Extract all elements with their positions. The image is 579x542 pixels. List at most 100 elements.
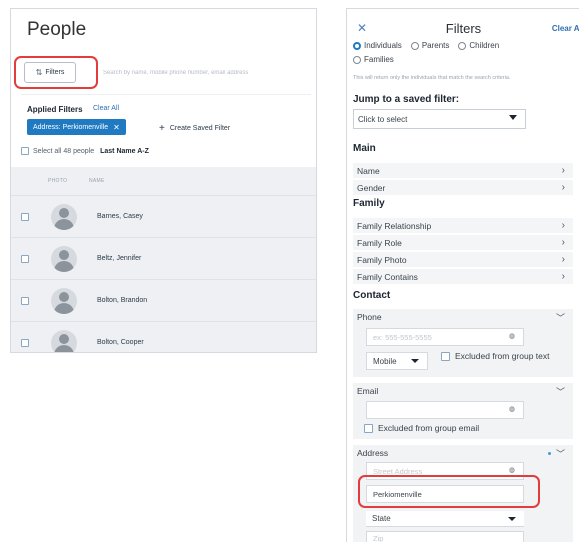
chevron-right-icon: › [561, 182, 565, 193]
select-all[interactable]: Select all 48 people Last Name A-Z [21, 147, 149, 155]
table-row[interactable]: Beltz, Jennifer [11, 237, 316, 279]
address-group-header[interactable]: Address ﹀ [353, 445, 573, 461]
clear-all-link[interactable]: Clear All [93, 105, 119, 112]
page-title: People [27, 19, 87, 40]
person-name[interactable]: Beltz, Jennifer [97, 255, 141, 262]
state-select[interactable]: State [366, 511, 524, 527]
email-input[interactable]: ◍ [366, 401, 524, 419]
person-name[interactable]: Bolton, Brandon [97, 297, 147, 304]
chevron-right-icon: › [561, 220, 565, 231]
active-dot-icon [548, 452, 551, 455]
chevron-down-icon: ﹀ [555, 387, 565, 397]
section-main-title: Main [353, 143, 376, 154]
applied-filter-chip[interactable]: Address: Perkiomenville ✕ [27, 119, 126, 135]
radio-families-line: Families [353, 55, 394, 64]
filter-item-name[interactable]: Name › [353, 163, 573, 178]
phone-input[interactable]: ex: 555-555-5555 ◍ [366, 328, 524, 346]
street-address-placeholder: Street Address [373, 466, 423, 476]
section-contact-title: Contact [353, 290, 391, 301]
filter-icon: ⇅ [35, 68, 43, 77]
column-name[interactable]: NAME [86, 178, 105, 184]
phone-label: Phone [357, 312, 382, 322]
search-hint: This will return only the individuals th… [353, 75, 511, 81]
phone-placeholder: ex: 555-555-5555 [373, 332, 432, 342]
chevron-down-icon [411, 359, 419, 363]
jump-to-saved-filter-title: Jump to a saved filter: [353, 94, 460, 105]
chevron-right-icon: › [561, 165, 565, 176]
radio-children[interactable] [458, 41, 467, 50]
address-label: Address [357, 448, 389, 458]
table-row[interactable]: Bolton, Cooper [11, 321, 316, 352]
zip-input[interactable]: Zip [366, 531, 524, 542]
filter-item-family-role[interactable]: Family Role › [353, 235, 573, 250]
phone-excluded-checkbox[interactable] [441, 351, 450, 361]
chevron-down-icon: ﹀ [555, 313, 565, 323]
filter-item-family-contains[interactable]: Family Contains › [353, 269, 573, 284]
section-family-title: Family [353, 198, 385, 209]
email-excluded-option[interactable]: Excluded from group email [364, 423, 479, 433]
info-icon: ◍ [508, 333, 515, 340]
create-saved-filter-button[interactable]: + Create Saved Filter [159, 123, 230, 134]
filters-header: ✕ Filters Clear All [347, 9, 579, 41]
row-checkbox[interactable] [21, 296, 29, 305]
avatar [51, 287, 77, 314]
state-value: State [372, 514, 391, 523]
search-input[interactable] [91, 65, 313, 81]
chevron-right-icon: › [561, 237, 565, 248]
search-scope-radios: Individuals Parents Children [353, 41, 505, 50]
radio-parents[interactable] [410, 41, 419, 50]
email-excluded-checkbox[interactable] [364, 423, 373, 433]
radio-label-individuals: Individuals [364, 41, 402, 50]
column-photo: PHOTO [48, 178, 68, 184]
divider [21, 94, 311, 95]
plus-icon: + [159, 123, 165, 134]
create-saved-filter-label: Create Saved Filter [169, 125, 231, 132]
row-checkbox[interactable] [21, 338, 29, 347]
filter-item-label: Family Photo [357, 254, 407, 265]
select-all-label: Select all 48 people [33, 147, 95, 155]
chip-label: Address: Perkiomenville [33, 123, 109, 131]
chevron-down-icon [508, 517, 516, 521]
filters-clear-all-link[interactable]: Clear All [552, 24, 579, 33]
sort-selector[interactable]: Last Name A-Z [100, 148, 149, 155]
table-header: PHOTO NAME [11, 167, 316, 195]
phone-excluded-label: Excluded from group text [455, 351, 550, 361]
chevron-down-icon [509, 115, 517, 120]
filter-item-family-photo[interactable]: Family Photo › [353, 252, 573, 267]
info-icon: ◍ [508, 467, 515, 474]
phone-excluded-option[interactable]: Excluded from group text [441, 351, 550, 361]
saved-filter-select-value: Click to select [358, 114, 408, 124]
filter-item-label: Gender [357, 182, 386, 193]
filter-item-label: Family Relationship [357, 220, 432, 231]
filter-item-label: Name [357, 165, 380, 176]
close-icon[interactable]: ✕ [113, 123, 120, 132]
row-checkbox[interactable] [21, 254, 29, 263]
phone-type-select[interactable]: Mobile [366, 352, 428, 370]
person-name[interactable]: Bolton, Cooper [97, 339, 144, 346]
people-panel: People ⇅ Filters Applied Filters Clear A… [10, 8, 317, 353]
table-row[interactable]: Bolton, Brandon [11, 279, 316, 321]
zip-placeholder: Zip [373, 533, 384, 542]
city-value: Perkiomenville [373, 489, 422, 499]
filter-item-gender[interactable]: Gender › [353, 180, 573, 195]
street-address-input[interactable]: Street Address ◍ [366, 462, 524, 480]
people-table: PHOTO NAME Barnes, Casey Beltz, Jennifer… [11, 167, 316, 352]
table-row[interactable]: Barnes, Casey [11, 195, 316, 237]
row-checkbox[interactable] [21, 212, 29, 221]
filters-title: Filters [445, 21, 482, 36]
phone-group-header[interactable]: Phone ﹀ [353, 309, 573, 325]
filter-item-label: Family Role [357, 237, 402, 248]
city-input[interactable]: Perkiomenville [366, 485, 524, 503]
email-excluded-label: Excluded from group email [378, 423, 480, 433]
radio-label-children: Children [469, 41, 500, 50]
select-all-checkbox[interactable] [21, 147, 29, 155]
radio-individuals[interactable] [353, 41, 361, 50]
filter-item-family-relationship[interactable]: Family Relationship › [353, 218, 573, 233]
saved-filter-select[interactable]: Click to select [353, 109, 526, 129]
email-group-header[interactable]: Email ﹀ [353, 383, 573, 399]
filters-button[interactable]: ⇅ Filters [24, 62, 76, 83]
avatar [51, 203, 77, 230]
phone-type-value: Mobile [373, 356, 397, 366]
radio-families[interactable] [353, 55, 361, 64]
person-name[interactable]: Barnes, Casey [97, 213, 143, 220]
